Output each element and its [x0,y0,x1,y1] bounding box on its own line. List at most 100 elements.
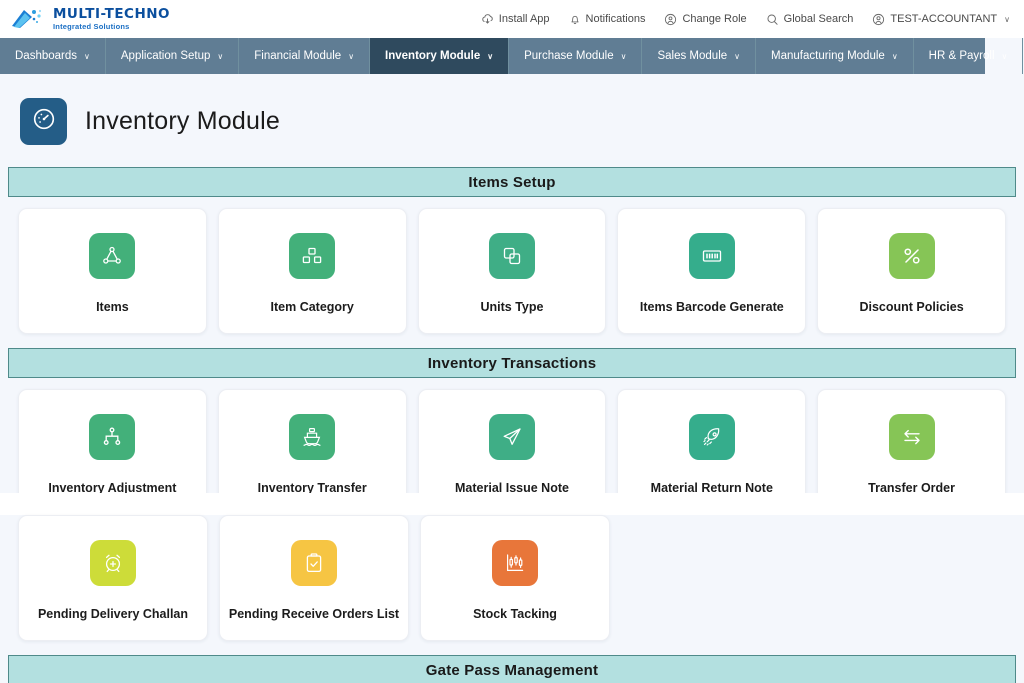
nav-item-dashboards[interactable]: Dashboards ∨ [0,38,106,74]
nav-item-sales-module[interactable]: Sales Module ∨ [642,38,756,74]
nav-item-hr-payroll[interactable]: HR & Payroll ∨ [914,38,1024,74]
barcode-icon [689,233,735,279]
clipboard-check-icon [291,540,337,586]
nav-label: Sales Module [657,50,727,62]
nav-label: Application Setup [121,50,211,62]
copy-squares-icon [489,233,535,279]
section-title: Gate Pass Management [426,662,598,679]
chevron-down-icon: ∨ [84,52,90,61]
sitemap-icon [89,414,135,460]
change-role-button[interactable]: Change Role [664,13,746,26]
nav-label: Financial Module [254,50,341,62]
nav-label: Purchase Module [524,50,614,62]
change-role-icon [664,13,677,26]
bell-icon [569,13,581,26]
tile-label: Item Category [271,300,354,315]
tile-material-issue-note[interactable]: Material Issue Note [418,389,607,493]
brand-title: MULTI-TECHNO [53,8,170,22]
candlestick-chart-icon [492,540,538,586]
tile-transfer-order[interactable]: Transfer Order [817,389,1006,493]
nav-item-purchase-module[interactable]: Purchase Module ∨ [509,38,642,74]
utility-actions: Install App Notifications [481,13,1010,26]
tile-discount-policies[interactable]: Discount Policies [817,208,1006,334]
chevron-down-icon: ∨ [621,52,627,61]
nav-item-application-setup[interactable]: Application Setup ∨ [106,38,239,74]
global-search-button[interactable]: Global Search [766,13,854,26]
brand-subtitle: Integrated Solutions [53,23,170,31]
search-icon [766,13,779,26]
notifications-button[interactable]: Notifications [569,13,646,26]
section-title: Items Setup [468,174,555,191]
install-app-icon [481,13,494,26]
top-utility-bar: MULTI-TECHNO Integrated Solutions Instal… [0,0,1024,38]
user-account-label: TEST-ACCOUNTANT [890,13,997,25]
tile-items-barcode-generate[interactable]: Items Barcode Generate [617,208,806,334]
chevron-down-icon: ∨ [1004,15,1010,24]
module-nav-bar: Dashboards ∨ Application Setup ∨ Financi… [0,38,985,74]
install-app-label: Install App [499,13,550,25]
alarm-clock-icon [90,540,136,586]
page-header: Inventory Module [0,74,1024,167]
tile-label: Items Barcode Generate [640,300,784,315]
rocket-icon [689,414,735,460]
user-account-menu[interactable]: TEST-ACCOUNTANT ∨ [872,13,1010,26]
percent-icon [889,233,935,279]
section-title: Inventory Transactions [428,355,597,372]
global-search-label: Global Search [784,13,854,25]
brand-logo[interactable]: MULTI-TECHNO Integrated Solutions [10,6,170,32]
paper-plane-icon [489,414,535,460]
row-divider-band [0,493,1024,515]
gauge-icon [31,106,57,137]
tile-label: Material Issue Note [455,481,569,493]
tile-item-category[interactable]: Item Category [218,208,407,334]
tile-items[interactable]: Items [18,208,207,334]
tile-label: Items [96,300,129,315]
nav-label: Inventory Module [385,50,480,62]
chevron-down-icon: ∨ [348,52,354,61]
tile-units-type[interactable]: Units Type [418,208,607,334]
tile-inventory-transfer[interactable]: Inventory Transfer [218,389,407,493]
page-title: Inventory Module [85,107,280,136]
nav-item-manufacturing-module[interactable]: Manufacturing Module ∨ [756,38,914,74]
tile-label: Inventory Adjustment [48,481,176,493]
tile-label: Pending Delivery Challan [38,607,188,622]
multi-techno-logo-icon [10,6,46,32]
chevron-down-icon: ∨ [892,52,898,61]
network-nodes-icon [89,233,135,279]
inventory-module-page: MULTI-TECHNO Integrated Solutions Instal… [0,0,1024,683]
tile-label: Inventory Transfer [258,481,367,493]
tile-stock-tacking[interactable]: Stock Tacking [420,515,610,641]
pending-documents-grid: Pending Delivery Challan Pending Receive… [0,515,1024,641]
nav-label: HR & Payroll [929,50,995,62]
section-header-inventory-transactions: Inventory Transactions [8,348,1016,378]
tile-label: Units Type [481,300,544,315]
page-title-icon-box [20,98,67,145]
nav-item-inventory-module[interactable]: Inventory Module ∨ [370,38,509,74]
install-app-button[interactable]: Install App [481,13,550,26]
nav-label: Manufacturing Module [771,50,885,62]
nav-label: Dashboards [15,50,77,62]
tile-material-return-note[interactable]: Material Return Note [617,389,806,493]
notifications-label: Notifications [586,13,646,25]
tile-pending-receive-orders-list[interactable]: Pending Receive Orders List [219,515,409,641]
inventory-transactions-grid: Inventory Adjustment Inventory Transfer [0,378,1024,493]
inventory-transactions-row-clipped: Inventory Adjustment Inventory Transfer [0,378,1024,493]
tile-label: Pending Receive Orders List [229,607,399,622]
boxes-icon [289,233,335,279]
chevron-down-icon: ∨ [217,52,223,61]
exchange-arrows-icon [889,414,935,460]
tile-label: Material Return Note [651,481,773,493]
tile-label: Discount Policies [859,300,963,315]
tile-pending-delivery-challan[interactable]: Pending Delivery Challan [18,515,208,641]
section-header-items-setup: Items Setup [8,167,1016,197]
section-header-gate-pass-management: Gate Pass Management [8,655,1016,683]
chevron-down-icon: ∨ [487,52,493,61]
nav-item-financial-module[interactable]: Financial Module ∨ [239,38,370,74]
tile-label: Transfer Order [868,481,955,493]
tile-label: Stock Tacking [473,607,557,622]
chevron-down-icon: ∨ [1002,52,1008,61]
user-icon [872,13,885,26]
items-setup-grid: Items Item Category Units Type [0,197,1024,334]
tile-inventory-adjustment[interactable]: Inventory Adjustment [18,389,207,493]
ship-icon [289,414,335,460]
